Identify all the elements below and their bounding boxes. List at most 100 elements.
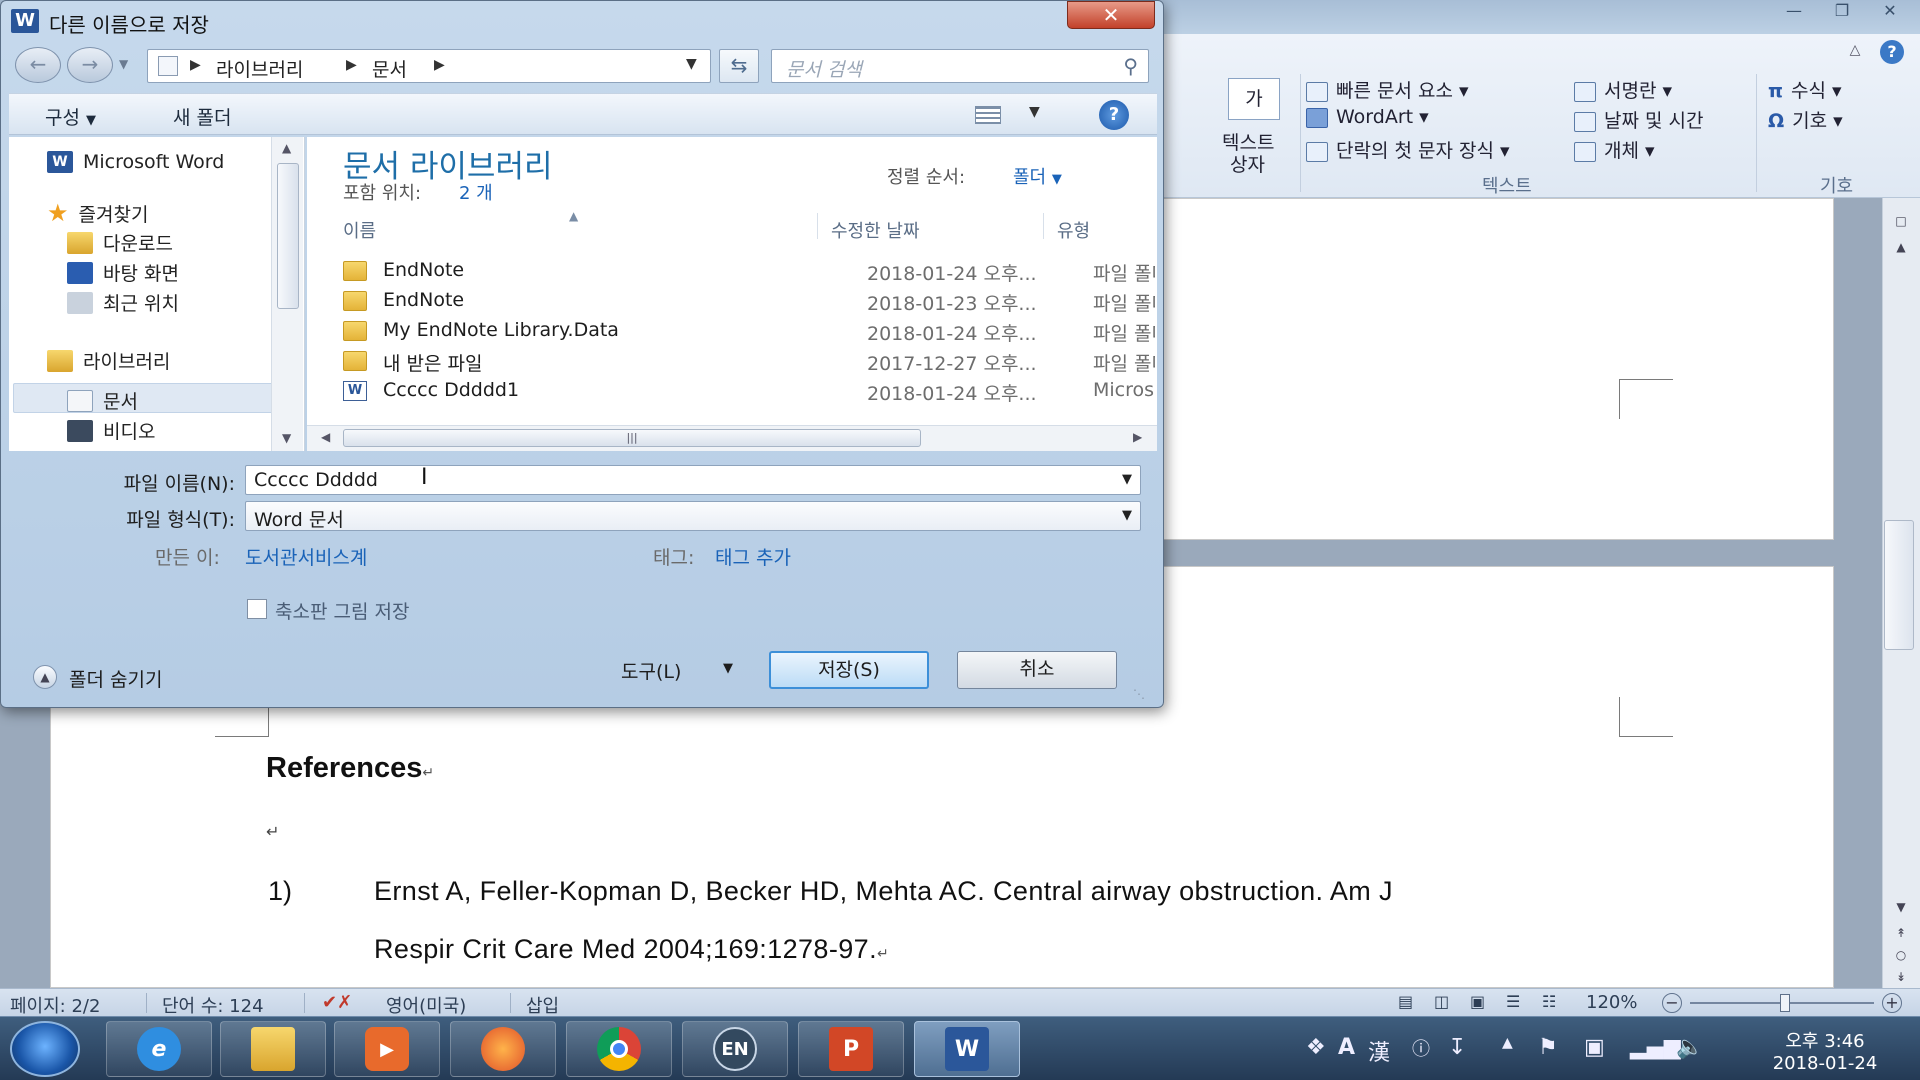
date-time-button[interactable]: 날짜 및 시간	[1574, 106, 1703, 133]
restore-button[interactable]: ❐	[1820, 0, 1864, 24]
nav-item-videos[interactable]: 비디오	[67, 417, 155, 444]
breadcrumb-documents[interactable]: 문서	[372, 55, 407, 82]
ruler-toggle-icon[interactable]: □	[1890, 214, 1912, 230]
textbox-label-line2[interactable]: 상자	[1230, 150, 1265, 177]
file-row[interactable]: W Ccccc Ddddd1 2018-01-24 오후... Microsof…	[343, 379, 1155, 407]
taskbar-media-player[interactable]: ▶	[334, 1021, 440, 1077]
vertical-scroll-thumb[interactable]	[1884, 520, 1914, 650]
clock-date[interactable]: 2018-01-24	[1760, 1053, 1890, 1074]
hanja-icon[interactable]: 漢	[1368, 1035, 1390, 1067]
taskbar-explorer[interactable]	[220, 1021, 326, 1077]
chevron-down-icon[interactable]: ▼	[1122, 472, 1132, 487]
cancel-button[interactable]: 취소	[957, 651, 1117, 689]
breadcrumb-arrow-icon[interactable]: ▶	[346, 57, 357, 73]
breadcrumb-arrow-icon[interactable]: ▶	[434, 57, 445, 73]
wordart-button[interactable]: WordArt ▾	[1306, 106, 1429, 128]
object-button[interactable]: 개체 ▾	[1574, 136, 1655, 163]
equation-button[interactable]: π 수식 ▾	[1768, 76, 1842, 103]
full-screen-reading-icon[interactable]: ◫	[1434, 992, 1449, 1011]
ime-mode-icon[interactable]: A	[1338, 1035, 1355, 1060]
recent-pages-chevron-icon[interactable]: ▼	[119, 57, 128, 71]
scroll-down-icon[interactable]: ▼	[282, 431, 291, 445]
scroll-down-icon[interactable]: ▼	[1890, 900, 1912, 916]
organize-button[interactable]: 구성 ▼	[45, 103, 96, 130]
clock-time[interactable]: 오후 3:46	[1760, 1027, 1890, 1053]
search-input[interactable]: 문서 검색 ⚲	[771, 49, 1149, 83]
nav-pane-scroll-thumb[interactable]	[277, 163, 299, 309]
save-thumbnail-label[interactable]: 축소판 그림 저장	[275, 597, 409, 624]
proofing-icon[interactable]: ✔✗	[322, 992, 352, 1013]
prev-page-icon[interactable]: ↟	[1890, 926, 1912, 942]
page-count[interactable]: 페이지: 2/2	[10, 992, 100, 1018]
scroll-up-icon[interactable]: ▲	[282, 141, 291, 155]
nav-item-documents[interactable]: 문서	[67, 387, 138, 414]
tags-value[interactable]: 태그 추가	[715, 543, 791, 570]
save-thumbnail-checkbox[interactable]	[247, 599, 267, 619]
address-bar[interactable]: ▶ 라이브러리 ▶ 문서 ▶ ▼	[147, 49, 711, 83]
dialog-titlebar[interactable]: W 다른 이름으로 저장 ✕	[1, 1, 1165, 41]
ime-toolbar-icon[interactable]: ❖	[1306, 1035, 1326, 1060]
column-divider[interactable]	[817, 213, 818, 239]
save-button[interactable]: 저장(S)	[769, 651, 929, 689]
outline-view-icon[interactable]: ☰	[1506, 992, 1520, 1011]
nav-item-recent[interactable]: 최근 위치	[67, 289, 179, 316]
horizontal-scroll-thumb[interactable]: |||	[343, 429, 921, 447]
breadcrumb-arrow-icon[interactable]: ▶	[190, 57, 201, 73]
nav-item-libraries[interactable]: 라이브러리	[47, 347, 170, 374]
device-icon[interactable]: ▣	[1584, 1035, 1605, 1060]
file-row[interactable]: EndNote 2018-01-24 오후... 파일 폴더	[343, 259, 1155, 287]
volume-muted-icon[interactable]: 🔈	[1676, 1035, 1703, 1060]
next-page-icon[interactable]: ↡	[1890, 970, 1912, 986]
nav-item-desktop[interactable]: 바탕 화면	[67, 259, 179, 286]
taskbar-firefox[interactable]	[450, 1021, 556, 1077]
dialog-close-button[interactable]: ✕	[1067, 1, 1155, 29]
taskbar-chrome[interactable]	[566, 1021, 672, 1077]
resize-grip-icon[interactable]: ⋱	[1133, 687, 1145, 701]
nav-item-downloads[interactable]: 다운로드	[67, 229, 173, 256]
file-row[interactable]: My EndNote Library.Data 2018-01-24 오후...…	[343, 319, 1155, 347]
column-divider[interactable]	[1043, 213, 1044, 239]
taskbar-language[interactable]: EN	[682, 1021, 788, 1077]
tools-button[interactable]: 도구(L)	[621, 657, 681, 684]
file-row[interactable]: EndNote 2018-01-23 오후... 파일 폴더	[343, 289, 1155, 317]
chevron-down-icon[interactable]: ▼	[1122, 508, 1132, 523]
column-header-name[interactable]: 이름	[343, 217, 376, 243]
draft-view-icon[interactable]: ☷	[1542, 992, 1556, 1011]
symbol-button[interactable]: Ω 기호 ▾	[1768, 106, 1843, 133]
ime-options-icon[interactable]: ↧	[1448, 1035, 1466, 1060]
print-layout-icon[interactable]: ▤	[1398, 992, 1413, 1011]
tools-dropdown-icon[interactable]: ▼	[723, 661, 733, 676]
library-includes-link[interactable]: 2 개	[459, 179, 493, 205]
taskbar-word[interactable]: W	[914, 1021, 1020, 1077]
sort-dropdown[interactable]: 폴더 ▼	[1013, 163, 1062, 189]
view-options-icon[interactable]	[975, 106, 1001, 124]
dropcap-button[interactable]: 단락의 첫 문자 장식 ▾	[1306, 136, 1510, 163]
column-header-modified[interactable]: 수정한 날짜	[831, 217, 920, 243]
scroll-right-icon[interactable]: ▶	[1133, 430, 1142, 444]
refresh-button[interactable]: ⇆	[719, 49, 759, 83]
horizontal-scrollbar[interactable]: ◀ ||| ▶	[307, 425, 1157, 451]
show-hidden-icons-icon[interactable]: ▲	[1502, 1035, 1513, 1051]
minimize-button[interactable]: —	[1772, 0, 1816, 24]
forward-button[interactable]: →	[67, 47, 113, 83]
back-button[interactable]: ←	[15, 47, 61, 83]
language-indicator[interactable]: 영어(미국)	[386, 992, 466, 1018]
ime-help-icon[interactable]: ⓘ	[1412, 1035, 1430, 1061]
hide-folders-button[interactable]: 폴더 숨기기	[69, 665, 162, 692]
word-count[interactable]: 단어 수: 124	[162, 992, 264, 1018]
network-signal-icon[interactable]: ▂▄▆	[1630, 1035, 1681, 1060]
start-button[interactable]	[10, 1021, 80, 1077]
zoom-level[interactable]: 120%	[1586, 992, 1637, 1013]
nav-item-word[interactable]: W Microsoft Word	[47, 151, 224, 173]
close-window-button[interactable]: ✕	[1868, 0, 1912, 24]
column-header-type[interactable]: 유형	[1057, 217, 1090, 243]
scroll-left-icon[interactable]: ◀	[321, 430, 330, 444]
breadcrumb-libraries[interactable]: 라이브러리	[216, 55, 303, 82]
textbox-icon[interactable]: 가	[1228, 78, 1280, 120]
browse-object-icon[interactable]: ○	[1890, 948, 1912, 964]
quick-parts-button[interactable]: 빠른 문서 요소 ▾	[1306, 76, 1469, 103]
web-layout-icon[interactable]: ▣	[1470, 992, 1485, 1011]
ribbon-minimize-icon[interactable]: △	[1844, 42, 1866, 62]
file-row[interactable]: 내 받은 파일 2017-12-27 오후... 파일 폴더	[343, 349, 1155, 377]
zoom-in-button[interactable]: +	[1882, 993, 1902, 1013]
